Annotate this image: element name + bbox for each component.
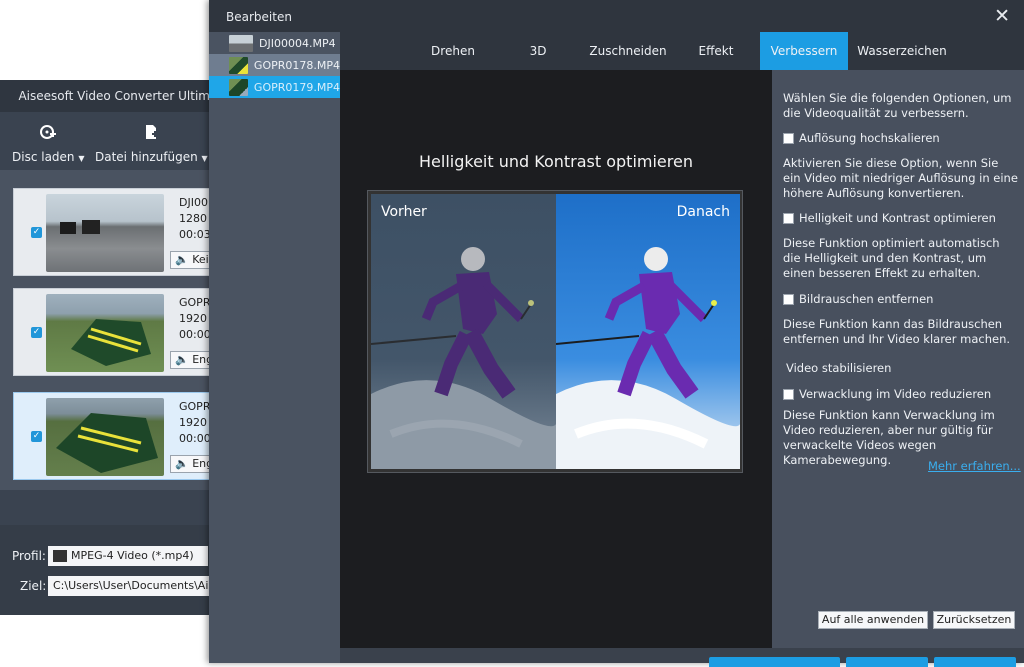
- tab-3d[interactable]: 3D: [515, 32, 561, 70]
- video-checkbox[interactable]: ✓: [31, 431, 42, 442]
- video-thumbnail: [46, 398, 164, 476]
- video-item[interactable]: ✓ DJI00128000:03 🔈 Kei: [13, 188, 210, 276]
- footer-button[interactable]: [709, 657, 840, 667]
- output-settings: Profil: MPEG-4 Video (*.mp4) Ziel: C:\Us…: [0, 525, 210, 615]
- brightness-description: Diese Funktion optimiert automatisch die…: [783, 236, 1019, 281]
- video-resolution: 1920: [179, 311, 211, 327]
- file-add-icon: [143, 124, 159, 144]
- add-file-button[interactable]: Datei hinzufügen ▼: [95, 124, 208, 164]
- option-denoise[interactable]: Bildrauschen entfernen: [783, 292, 933, 307]
- upscale-label: Auflösung hochskalieren: [799, 131, 940, 146]
- footer-button[interactable]: [846, 657, 928, 667]
- upscale-description: Aktivieren Sie diese Option, wenn Sie ei…: [783, 156, 1019, 201]
- tab-crop[interactable]: Zuschneiden: [588, 32, 668, 70]
- close-icon[interactable]: ✕: [994, 5, 1010, 27]
- panel-intro: Wählen Sie die folgenden Optionen, um di…: [783, 91, 1019, 121]
- upscale-checkbox[interactable]: [783, 133, 794, 144]
- target-path-value: C:\Users\User\Documents\Ais: [53, 579, 210, 592]
- audio-track-select[interactable]: 🔈 Kei: [170, 251, 214, 269]
- file-item-selected[interactable]: GOPR0179.MP4: [209, 76, 340, 98]
- after-label: Danach: [677, 204, 730, 220]
- before-image: Vorher: [371, 194, 556, 469]
- mp4-format-icon: [53, 550, 67, 562]
- video-resolution: 1280: [179, 211, 211, 227]
- file-thumbnail: [229, 35, 253, 52]
- file-thumbnail: [229, 57, 248, 74]
- desktop-background: [0, 0, 210, 80]
- chevron-down-icon: ▼: [202, 154, 208, 163]
- file-name: GOPR0178.MP4: [254, 59, 340, 72]
- option-reduce-shake[interactable]: Verwacklung im Video reduzieren: [783, 387, 991, 402]
- file-name: GOPR0179.MP4: [254, 81, 340, 94]
- dialog-title: Bearbeiten: [209, 0, 1024, 32]
- chevron-down-icon: ▼: [78, 154, 84, 163]
- disc-load-label: Disc laden: [12, 150, 75, 164]
- preview-title: Helligkeit und Kontrast optimieren: [340, 152, 772, 171]
- option-brightness-contrast[interactable]: Helligkeit und Kontrast optimieren: [783, 211, 996, 226]
- video-item[interactable]: ✓ GOPR192000:00 🔈 Eng: [13, 288, 210, 376]
- footer-button[interactable]: [934, 657, 1016, 667]
- brightness-checkbox[interactable]: [783, 213, 794, 224]
- video-list: ✓ DJI00128000:03 🔈 Kei ✓ GOPR192000:00 🔈…: [0, 170, 210, 490]
- main-toolbar: Disc laden ▼ Datei hinzufügen ▼: [0, 112, 210, 170]
- apply-all-button[interactable]: Auf alle anwenden: [818, 611, 928, 629]
- speaker-icon: 🔈: [175, 353, 189, 366]
- profile-label: Profil:: [12, 549, 48, 563]
- file-thumbnail: [229, 79, 248, 96]
- file-item[interactable]: DJI00004.MP4: [209, 32, 340, 54]
- video-thumbnail: [46, 294, 164, 372]
- brightness-label: Helligkeit und Kontrast optimieren: [799, 211, 996, 226]
- video-name: DJI00: [179, 195, 211, 211]
- file-list: DJI00004.MP4 GOPR0178.MP4 GOPR0179.MP4: [209, 32, 340, 663]
- shake-checkbox[interactable]: [783, 389, 794, 400]
- audio-track-value: Kei: [192, 253, 209, 266]
- shake-label: Verwacklung im Video reduzieren: [799, 387, 991, 402]
- add-file-label: Datei hinzufügen: [95, 150, 198, 164]
- file-item[interactable]: GOPR0178.MP4: [209, 54, 340, 76]
- tab-effect[interactable]: Effekt: [690, 32, 742, 70]
- video-duration: 00:00: [179, 327, 211, 343]
- denoise-description: Diese Funktion kann das Bildrauschen ent…: [783, 317, 1019, 347]
- reset-button[interactable]: Zurücksetzen: [933, 611, 1015, 629]
- file-name: DJI00004.MP4: [259, 37, 336, 50]
- disc-add-icon: [40, 124, 56, 144]
- profile-value: MPEG-4 Video (*.mp4): [71, 549, 194, 562]
- learn-more-link[interactable]: Mehr erfahren...: [928, 459, 1021, 474]
- denoise-label: Bildrauschen entfernen: [799, 292, 933, 307]
- speaker-icon: 🔈: [175, 457, 189, 470]
- speaker-icon: 🔈: [175, 253, 189, 266]
- video-name: GOPR: [179, 295, 211, 311]
- enhance-options-panel: Wählen Sie die folgenden Optionen, um di…: [772, 70, 1024, 648]
- audio-track-select[interactable]: 🔈 Eng: [170, 455, 214, 473]
- video-resolution: 1920: [179, 415, 211, 431]
- tab-rotate[interactable]: Drehen: [422, 32, 484, 70]
- edit-tabs: Drehen 3D Zuschneiden Effekt Verbessern …: [340, 32, 1024, 70]
- video-duration: 00:03: [179, 227, 211, 243]
- edit-dialog: Bearbeiten ✕ DJI00004.MP4 GOPR0178.MP4 G…: [209, 0, 1024, 663]
- tab-enhance[interactable]: Verbessern: [760, 32, 848, 70]
- app-title: Aiseesoft Video Converter Ultim: [18, 89, 210, 103]
- main-window-titlebar: Aiseesoft Video Converter Ultim: [0, 80, 210, 112]
- video-name: GOPR: [179, 399, 211, 415]
- tab-watermark[interactable]: Wasserzeichen: [856, 32, 948, 70]
- video-checkbox[interactable]: ✓: [31, 327, 42, 338]
- stabilize-section-title: Video stabilisieren: [786, 361, 1022, 376]
- after-image: Danach: [556, 194, 740, 469]
- before-label: Vorher: [381, 204, 427, 220]
- dialog-footer: [340, 648, 1024, 663]
- target-label: Ziel:: [20, 579, 48, 593]
- target-path-field[interactable]: C:\Users\User\Documents\Ais: [48, 576, 210, 596]
- denoise-checkbox[interactable]: [783, 294, 794, 305]
- video-duration: 00:00: [179, 431, 211, 447]
- disc-load-button[interactable]: Disc laden ▼: [12, 124, 85, 164]
- video-thumbnail: [46, 194, 164, 272]
- profile-select[interactable]: MPEG-4 Video (*.mp4): [48, 546, 208, 566]
- audio-track-select[interactable]: 🔈 Eng: [170, 351, 214, 369]
- option-upscale-resolution[interactable]: Auflösung hochskalieren: [783, 131, 940, 146]
- video-item[interactable]: ✓ GOPR192000:00 🔈 Eng: [13, 392, 210, 480]
- preview-area: Helligkeit und Kontrast optimieren: [340, 70, 772, 648]
- video-checkbox[interactable]: ✓: [31, 227, 42, 238]
- before-after-frame: Vorher: [367, 190, 743, 473]
